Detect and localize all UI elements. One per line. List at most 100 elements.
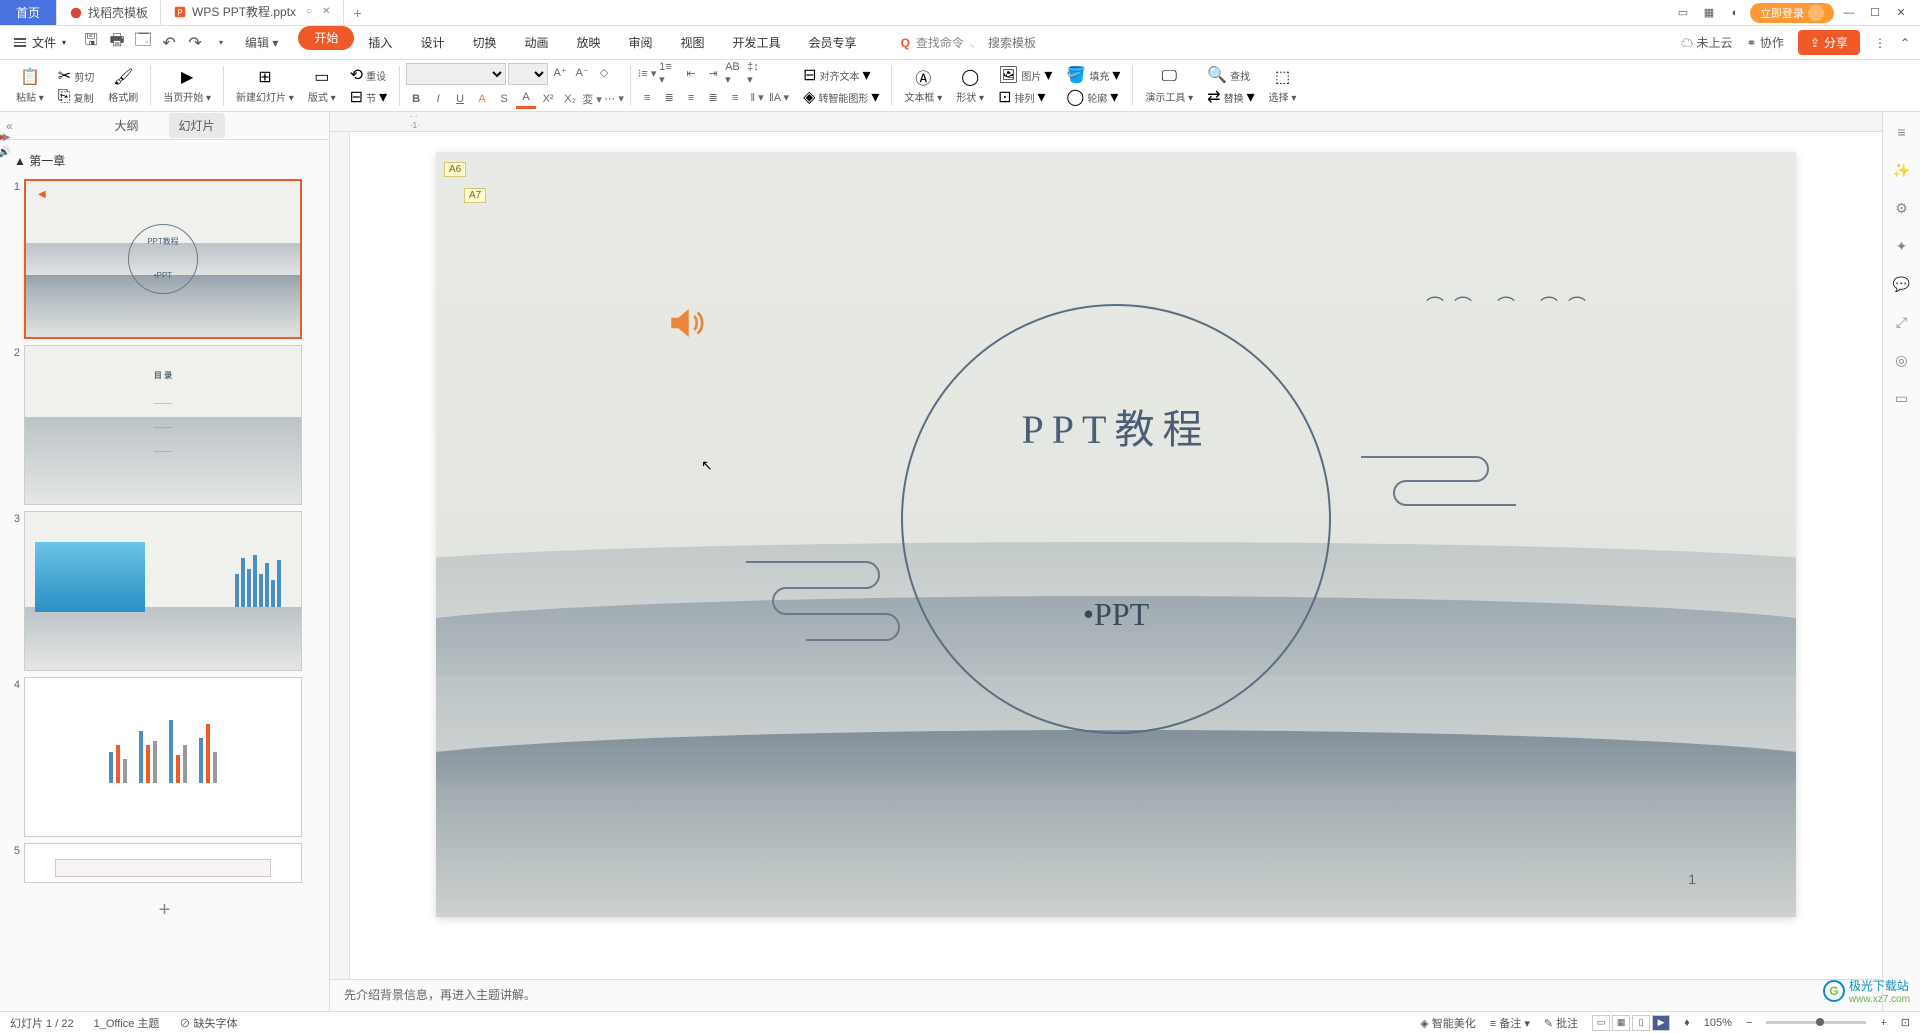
cut-button[interactable]: ✂剪切 bbox=[52, 66, 100, 86]
menu-tab-animation[interactable]: 动画 bbox=[510, 26, 562, 60]
comments-toggle[interactable]: ✎ 批注 bbox=[1544, 1015, 1578, 1031]
clear-format-icon[interactable]: ◇ bbox=[594, 63, 614, 83]
align-justify-button[interactable]: ≣ bbox=[703, 88, 723, 108]
slide-title[interactable]: PPT教程 bbox=[1022, 397, 1211, 455]
section-header[interactable]: ▲ 第一章 bbox=[4, 148, 325, 173]
layout-button[interactable]: ▭ 版式 ▾ bbox=[302, 67, 342, 104]
sidebar-collapse-icon[interactable]: ≡ bbox=[1892, 122, 1912, 142]
menu-tab-transition[interactable]: 切换 bbox=[458, 26, 510, 60]
menu-tab-view[interactable]: 视图 bbox=[667, 26, 719, 60]
circle-icon[interactable]: ○ bbox=[306, 6, 312, 17]
layout-toggle-icon[interactable]: ▭ bbox=[1672, 3, 1694, 23]
sparkle-icon[interactable]: ✨ bbox=[1892, 160, 1912, 180]
picture-button[interactable]: 🖼图片 ▾ bbox=[992, 65, 1058, 85]
superscript-button[interactable]: X² bbox=[538, 89, 558, 109]
font-size-select[interactable] bbox=[508, 63, 548, 85]
align-center-button[interactable]: ≣ bbox=[659, 88, 679, 108]
slide-viewport[interactable]: ⌒⌒ ⌒ ⌒⌒ PPT教程 •PPT A6 A7 1 ↖ CH ⌨ 简 bbox=[350, 132, 1882, 979]
horizontal-ruler[interactable]: · · ·1· · ·16· · ·1· · ·15· · ·1· · ·14·… bbox=[330, 112, 1882, 132]
settings-icon[interactable]: ⚙ bbox=[1892, 198, 1912, 218]
highlight-button[interactable]: A bbox=[516, 89, 536, 109]
replace-button[interactable]: ⇄替换 ▾ bbox=[1201, 87, 1260, 107]
menu-tab-review[interactable]: 审阅 bbox=[615, 26, 667, 60]
tab-current-file[interactable]: P WPS PPT教程.pptx ○ ✕ bbox=[161, 0, 343, 25]
thumbnail-4[interactable] bbox=[24, 677, 302, 837]
find-button[interactable]: 🔍查找 bbox=[1201, 65, 1260, 85]
collab-button[interactable]: ⚭ 协作 bbox=[1746, 34, 1783, 51]
speaker-notes[interactable]: 先介绍背景信息，再进入主题讲解。 bbox=[330, 979, 1882, 1011]
redo-icon[interactable]: ↷ bbox=[186, 34, 204, 52]
font-family-select[interactable] bbox=[406, 63, 506, 85]
thumbnail-3[interactable] bbox=[24, 511, 302, 671]
close-window-button[interactable]: ✕ bbox=[1890, 3, 1912, 23]
align-text-button[interactable]: ⊟对齐文本 ▾ bbox=[797, 65, 885, 85]
select-button[interactable]: ⬚ 选择 ▾ bbox=[1263, 67, 1303, 104]
new-slide-button[interactable]: ⊞ 新建幻灯片 ▾ bbox=[230, 67, 300, 104]
textbox-button[interactable]: Ⓐ 文本框 ▾ bbox=[898, 67, 948, 104]
reset-button[interactable]: ⟲重设 bbox=[344, 65, 393, 85]
collapse-ribbon-icon[interactable]: ⌃ bbox=[1900, 36, 1910, 50]
menu-tab-insert[interactable]: 插入 bbox=[354, 26, 406, 60]
editing-dropdown[interactable]: 编辑 ▾ bbox=[245, 34, 278, 51]
pinyin-button[interactable]: ⋯ ▾ bbox=[604, 89, 624, 109]
thumbnail-2[interactable]: 目 录 ——— ——— ——— bbox=[24, 345, 302, 505]
customize-icon[interactable]: ⋮ bbox=[1874, 36, 1886, 50]
book-icon[interactable]: ▭ bbox=[1892, 388, 1912, 408]
menu-tab-start[interactable]: 开始 bbox=[298, 26, 354, 50]
paste-button[interactable]: 📋 粘贴 ▾ bbox=[10, 67, 50, 104]
outline-tab-outline[interactable]: 大纲 bbox=[104, 113, 148, 138]
slide-subtitle[interactable]: •PPT bbox=[1083, 596, 1149, 633]
font-color-button[interactable]: A bbox=[472, 89, 492, 109]
comment-tag-a6[interactable]: A6 bbox=[444, 162, 466, 177]
expand-icon[interactable]: ⤢ bbox=[1892, 312, 1912, 332]
section-button[interactable]: ⊟节 ▾ bbox=[344, 87, 393, 107]
theme-name[interactable]: 1_Office 主题 bbox=[94, 1015, 160, 1031]
menu-tab-vip[interactable]: 会员专享 bbox=[795, 26, 871, 60]
tab-home[interactable]: 首页 bbox=[0, 0, 57, 25]
outline-button[interactable]: ◯轮廓 ▾ bbox=[1060, 87, 1126, 107]
thumbnail-5[interactable] bbox=[24, 843, 302, 883]
login-button[interactable]: 立即登录 bbox=[1750, 3, 1834, 23]
arrange-button[interactable]: ⊡排列 ▾ bbox=[992, 87, 1058, 107]
template-search-input[interactable] bbox=[988, 36, 1068, 50]
sorter-view-button[interactable]: ▦ bbox=[1612, 1015, 1630, 1031]
print-preview-icon[interactable]: 🗔 bbox=[134, 34, 152, 52]
skin-icon[interactable]: ◐ bbox=[1724, 3, 1746, 23]
zoom-slider[interactable] bbox=[1766, 1021, 1866, 1024]
slideshow-view-button[interactable]: ▶ bbox=[1652, 1015, 1670, 1031]
align-right-button[interactable]: ≡ bbox=[681, 88, 701, 108]
menu-tab-design[interactable]: 设计 bbox=[406, 26, 458, 60]
thumbnail-list[interactable]: ▲ 第一章 1▶🔊 PPT教程 •PPT ◀ 2▶ 目 录 ——— bbox=[0, 140, 329, 1011]
close-icon[interactable]: ✕ bbox=[322, 6, 330, 17]
command-search[interactable]: Q 查找命令 、 bbox=[901, 34, 1068, 51]
increase-font-icon[interactable]: A⁺ bbox=[550, 63, 570, 83]
shape-button[interactable]: ◯ 形状 ▾ bbox=[950, 67, 990, 104]
bold-button[interactable]: B bbox=[406, 89, 426, 109]
menu-tab-slideshow[interactable]: 放映 bbox=[562, 26, 614, 60]
slide-canvas[interactable]: ⌒⌒ ⌒ ⌒⌒ PPT教程 •PPT A6 A7 1 ↖ bbox=[436, 152, 1796, 917]
font-indicator-icon[interactable]: ♦ bbox=[1684, 1017, 1690, 1029]
missing-fonts[interactable]: ⊘ 缺失字体 bbox=[179, 1015, 237, 1031]
minimize-button[interactable]: — bbox=[1838, 3, 1860, 23]
tools-button[interactable]: 🖵 演示工具 ▾ bbox=[1139, 67, 1199, 104]
text-direction-button[interactable]: ‖A ▾ bbox=[769, 88, 789, 108]
undo-icon[interactable]: ↶ bbox=[160, 34, 178, 52]
underline-button[interactable]: U bbox=[450, 89, 470, 109]
file-menu[interactable]: 文件 ▾ bbox=[8, 34, 72, 51]
zoom-in-button[interactable]: + bbox=[1880, 1017, 1886, 1029]
increase-indent-button[interactable]: ⇥ bbox=[703, 64, 723, 84]
save-icon[interactable]: 🖫 bbox=[82, 34, 100, 52]
beautify-button[interactable]: ◈ 智能美化 bbox=[1420, 1015, 1476, 1031]
bullets-button[interactable]: ⁝≡ ▾ bbox=[637, 64, 657, 84]
chat-icon[interactable]: 💬 bbox=[1892, 274, 1912, 294]
fill-button[interactable]: 🪣填充 ▾ bbox=[1060, 65, 1126, 85]
line-spacing-button[interactable]: ‡↕ ▾ bbox=[747, 64, 767, 84]
ab-spacing-button[interactable]: AB ▾ bbox=[725, 64, 745, 84]
zoom-level[interactable]: 105% bbox=[1704, 1017, 1732, 1029]
columns-button[interactable]: ‖ ▾ bbox=[747, 88, 767, 108]
location-icon[interactable]: ◎ bbox=[1892, 350, 1912, 370]
decrease-font-icon[interactable]: A⁻ bbox=[572, 63, 592, 83]
copy-button[interactable]: ⎘复制 bbox=[52, 88, 100, 106]
collapse-panel-icon[interactable]: « bbox=[6, 119, 13, 133]
new-tab-button[interactable]: + bbox=[344, 5, 372, 21]
